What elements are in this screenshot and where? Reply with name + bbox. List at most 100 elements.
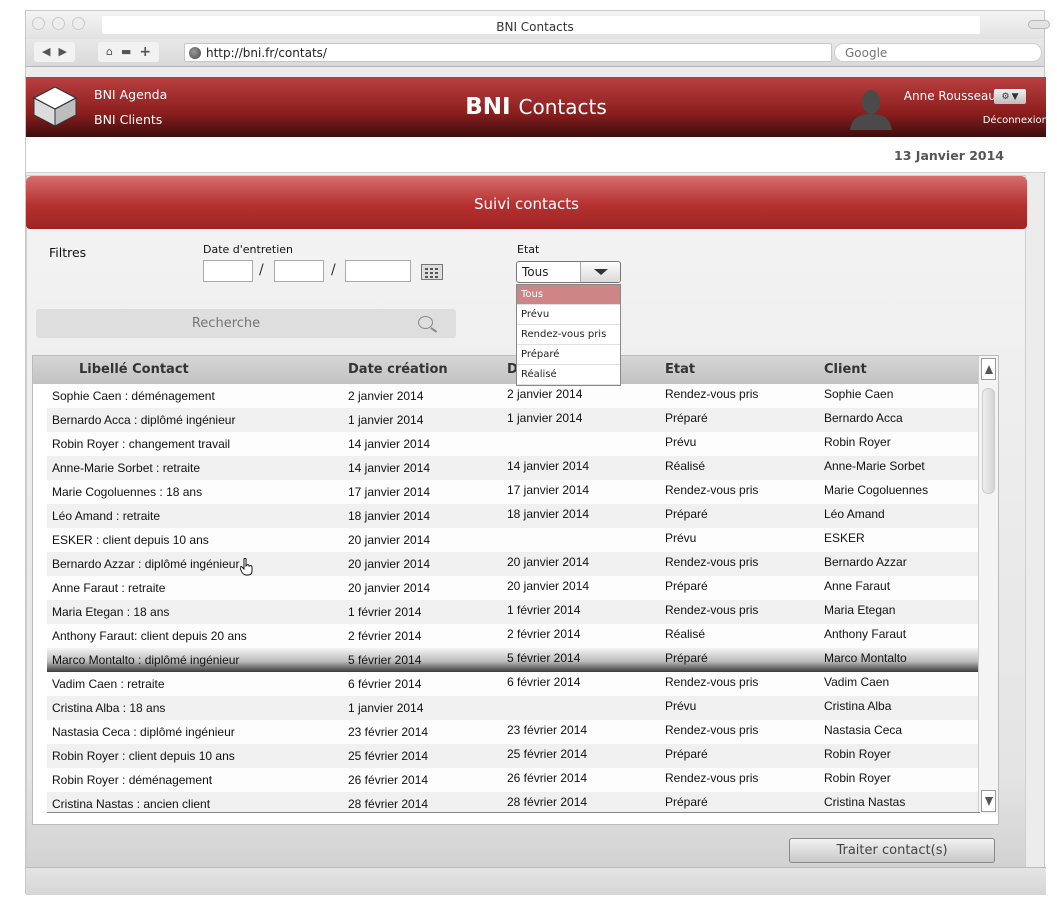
search-input[interactable] [36, 309, 416, 338]
table-header: Libellé Contact Date création D Etat Cli… [33, 356, 980, 384]
browser-window: BNI Contacts ◀ ▶ ⌂ ▬ + http://bni.fr/con… [25, 10, 1050, 895]
date-month-field[interactable] [274, 260, 324, 282]
brand-light-text: Contacts [518, 95, 607, 119]
etat-selected-value: Tous [522, 265, 549, 279]
table-row[interactable]: Anne Faraut : retraite 20 janvier 2014 20 … [47, 576, 980, 600]
cell-client: Marie Cogoluennes [824, 483, 929, 497]
cell-date-entretien: 20 janvier 2014 [507, 555, 590, 569]
etat-select[interactable]: Tous [516, 261, 621, 283]
print-icon[interactable]: ▬ [121, 42, 131, 62]
cell-date-creation: 25 février 2014 [348, 749, 429, 763]
add-bookmark-icon[interactable]: + [139, 42, 151, 62]
cell-libelle: Robin Royer : client depuis 10 ans [52, 749, 235, 763]
etat-option-realise[interactable]: Réalisé [517, 365, 620, 385]
table-row[interactable]: Marie Cogoluennes : 18 ans 17 janvier 201… [47, 480, 980, 504]
scroll-thumb[interactable] [982, 388, 995, 494]
status-bar [26, 867, 1046, 895]
cell-date-creation: 1 janvier 2014 [348, 413, 424, 427]
etat-dropdown: Tous Prévu Rendez-vous pris Préparé Réal… [516, 284, 621, 386]
globe-icon [189, 46, 201, 59]
forward-icon[interactable]: ▶ [58, 42, 66, 62]
web-search-input[interactable] [845, 45, 1041, 60]
logout-link[interactable]: Déconnexion [983, 115, 1048, 126]
back-icon[interactable]: ◀ [42, 42, 50, 62]
home-icon[interactable]: ⌂ [106, 42, 113, 62]
web-search-field[interactable] [834, 43, 1042, 62]
etat-option-rendez-vous-pris[interactable]: Rendez-vous pris [517, 325, 620, 345]
cell-client: Cristina Alba [824, 699, 892, 713]
column-header-etat[interactable]: Etat [665, 356, 695, 384]
column-header-client[interactable]: Client [824, 356, 867, 384]
table-row[interactable]: Anne-Marie Sorbet : retraite 14 janvier 2… [47, 456, 980, 480]
table-row[interactable]: Nastasia Ceca : diplômé ingénieur 23 févr… [47, 720, 980, 744]
table-row[interactable]: Marco Montalto : diplômé ingénieur 5 févr… [47, 648, 980, 672]
table-row[interactable]: Anthony Faraut: client depuis 20 ans 2 fé… [47, 624, 980, 648]
table-body: Sophie Caen : déménagement 2 janvier 2014… [47, 384, 980, 816]
cell-etat: Prévu [665, 435, 697, 449]
cell-etat: Prévu [665, 531, 697, 545]
vertical-scrollbar[interactable] [978, 356, 998, 814]
cell-client: Vadim Caen [824, 675, 890, 689]
cell-client: Anne Faraut [824, 579, 891, 593]
cell-date-creation: 1 février 2014 [348, 605, 422, 619]
toolbar-toggle-button[interactable] [1028, 20, 1050, 29]
cell-etat: Préparé [665, 747, 708, 761]
etat-option-prevu[interactable]: Prévu [517, 305, 620, 325]
cell-libelle: ESKER : client depuis 10 ans [52, 533, 209, 547]
date-bar: 13 Janvier 2014 [26, 137, 1046, 173]
url-text: http://bni.fr/contats/ [206, 45, 327, 60]
column-header-libelle[interactable]: Libellé Contact [79, 356, 189, 384]
cell-etat: Rendez-vous pris [665, 723, 759, 737]
table-row[interactable]: Vadim Caen : retraite 6 février 2014 6 fév… [47, 672, 980, 696]
search-icon[interactable] [418, 316, 433, 329]
panel-title: Suivi contacts [26, 176, 1027, 229]
calendar-icon[interactable] [421, 264, 443, 280]
cell-libelle: Marco Montalto : diplômé ingénieur [52, 653, 240, 667]
cell-date-creation: 18 janvier 2014 [348, 509, 431, 523]
cell-etat: Réalisé [665, 627, 706, 641]
table-row[interactable]: Maria Etegan : 18 ans 1 février 2014 1 fév… [47, 600, 980, 624]
horizontal-scrollbar[interactable] [47, 812, 980, 824]
date-year-field[interactable] [345, 260, 411, 282]
chevron-down-icon[interactable] [580, 262, 620, 282]
url-bar[interactable]: http://bni.fr/contats/ [184, 43, 832, 62]
table-row[interactable]: Robin Royer : changement travail 14 janvi… [47, 432, 980, 456]
cell-etat: Prévu [665, 699, 697, 713]
cell-date-entretien: 1 janvier 2014 [507, 411, 583, 425]
settings-button[interactable]: ⚙ ▼ [994, 89, 1026, 104]
cell-libelle: Bernardo Azzar : diplômé ingénieur [52, 557, 240, 571]
user-silhouette-icon [850, 90, 892, 130]
cell-libelle: Bernardo Acca : diplômé ingénieur [52, 413, 236, 427]
scroll-up-icon[interactable] [981, 358, 996, 380]
table-row[interactable]: Sophie Caen : déménagement 2 janvier 2014… [47, 384, 980, 408]
cell-date-entretien: 23 février 2014 [507, 723, 588, 737]
cell-etat: Préparé [665, 651, 708, 665]
contacts-table: Libellé Contact Date création D Etat Cli… [32, 355, 999, 825]
tool-group: ⌂ ▬ + [98, 42, 160, 62]
scroll-down-icon[interactable] [981, 790, 996, 812]
table-row[interactable]: Cristina Alba : 18 ans 1 janvier 2014 Prév… [47, 696, 980, 720]
cell-libelle: Anthony Faraut: client depuis 20 ans [52, 629, 247, 643]
process-contacts-button[interactable]: Traiter contact(s) [789, 838, 995, 863]
etat-option-tous[interactable]: Tous [517, 285, 620, 305]
cell-client: Marco Montalto [824, 651, 907, 665]
table-row[interactable]: Léo Amand : retraite 18 janvier 2014 18 ja… [47, 504, 980, 528]
table-row[interactable]: Bernardo Azzar : diplômé ingénieur 20 jan… [47, 552, 980, 576]
table-row[interactable]: Robin Royer : client depuis 10 ans 25 fév… [47, 744, 980, 768]
date-day-field[interactable] [203, 260, 253, 282]
gear-icon: ⚙ [1001, 91, 1010, 102]
cell-etat: Réalisé [665, 459, 706, 473]
etat-option-prepare[interactable]: Préparé [517, 345, 620, 365]
cell-date-entretien: 2 février 2014 [507, 627, 581, 641]
table-row[interactable]: Bernardo Acca : diplômé ingénieur 1 janvi… [47, 408, 980, 432]
cell-date-entretien: 28 février 2014 [507, 795, 588, 809]
cell-etat: Rendez-vous pris [665, 483, 759, 497]
title-bar: BNI Contacts [26, 11, 1050, 39]
cell-date-entretien: 26 février 2014 [507, 771, 588, 785]
table-row[interactable]: Robin Royer : déménagement 26 février 201… [47, 768, 980, 792]
cell-date-creation: 26 février 2014 [348, 773, 429, 787]
table-row[interactable]: ESKER : client depuis 10 ans 20 janvier 2… [47, 528, 980, 552]
cell-date-creation: 20 janvier 2014 [348, 533, 431, 547]
column-header-date-creation[interactable]: Date création [348, 356, 448, 384]
cell-libelle: Anne-Marie Sorbet : retraite [52, 461, 201, 475]
